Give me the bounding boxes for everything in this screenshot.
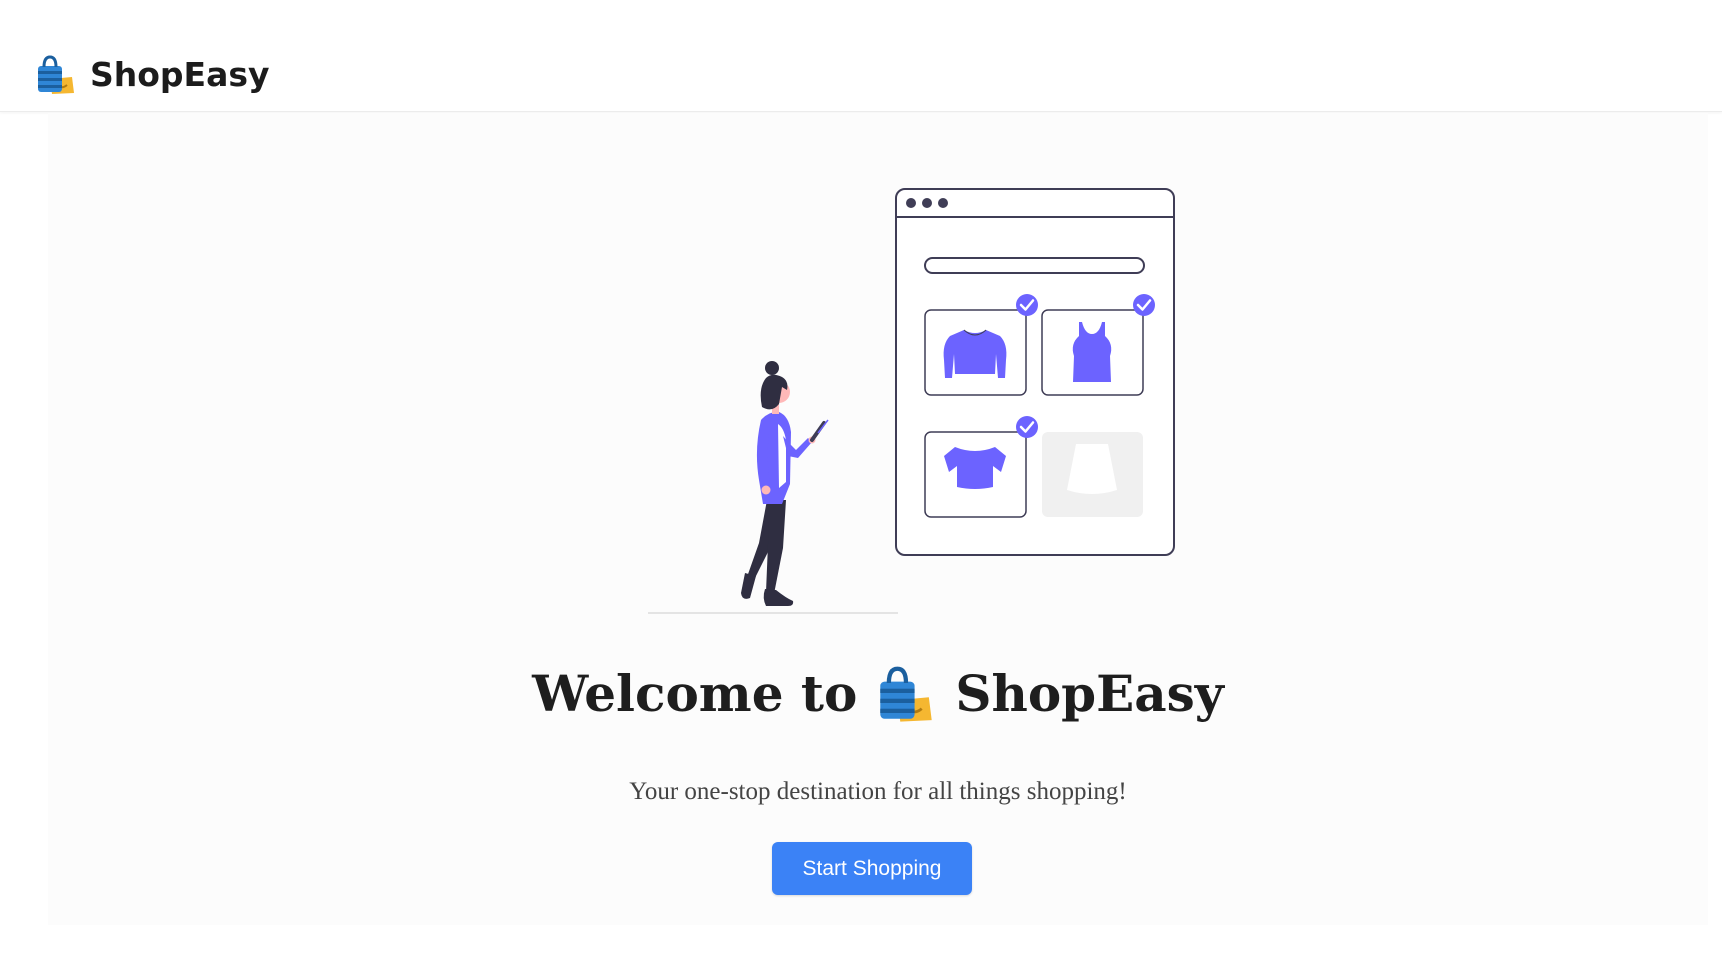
check-badge-icon bbox=[1133, 294, 1155, 316]
woman-figure bbox=[741, 361, 829, 606]
skirt-product-card bbox=[1042, 432, 1143, 517]
hero-section: Welcome to ShopEasy Your one-stop destin… bbox=[48, 113, 1708, 925]
shopping-bags-icon bbox=[880, 666, 933, 722]
hero-subtitle: Your one-stop destination for all things… bbox=[629, 778, 1127, 805]
tank-top-product-card bbox=[1041, 309, 1144, 396]
start-shopping-button[interactable]: Start Shopping bbox=[772, 842, 972, 895]
online-shopping-illustration bbox=[648, 188, 1175, 614]
brand-logo[interactable]: ShopEasy bbox=[36, 44, 270, 104]
brand-name: ShopEasy bbox=[90, 54, 270, 94]
shopping-bags-icon bbox=[38, 55, 74, 94]
crop-top-product-card bbox=[924, 431, 1027, 518]
check-badge-icon bbox=[1016, 416, 1038, 438]
navbar: ShopEasy bbox=[0, 0, 1722, 112]
sweater-product-card bbox=[924, 309, 1027, 396]
check-badge-icon bbox=[1016, 294, 1038, 316]
hero-title: Welcome to ShopEasy bbox=[48, 663, 1708, 723]
hero-title-brand: ShopEasy bbox=[955, 663, 1224, 723]
hero-title-prefix: Welcome to bbox=[532, 663, 858, 723]
